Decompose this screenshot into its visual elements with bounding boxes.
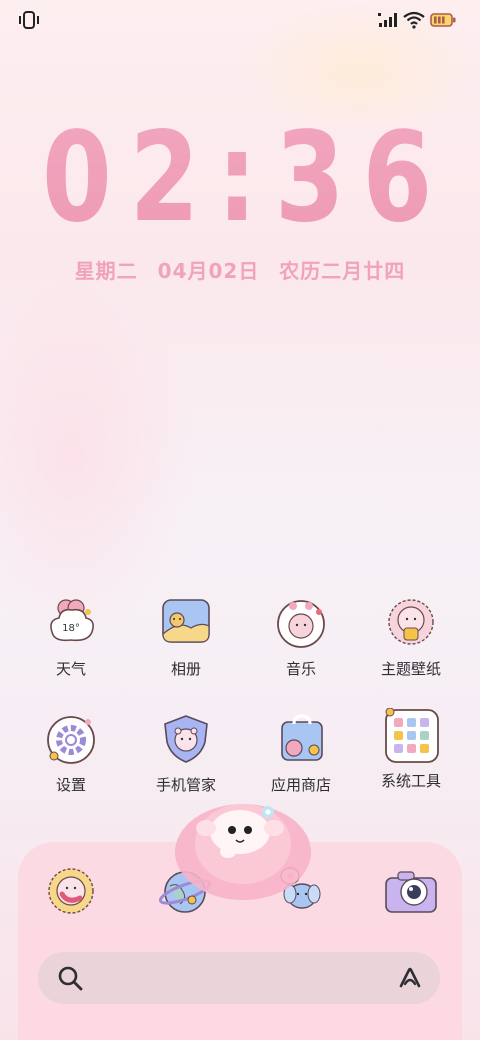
date: 04月02日 [157, 259, 260, 283]
sheep-mascot [175, 804, 311, 900]
search-bar[interactable] [38, 952, 440, 1004]
date-line: 星期二 04月02日 农历二月廿四 [0, 255, 480, 284]
lunar-date: 农历二月廿四 [279, 259, 406, 283]
assistant-logo-icon[interactable] [396, 964, 424, 992]
wifi-icon [403, 11, 425, 29]
camera-icon[interactable] [384, 864, 438, 918]
vibrate-icon [19, 11, 39, 29]
phone-icon[interactable] [44, 864, 98, 918]
app-store-bag-icon [281, 714, 323, 761]
app-label: 系统工具 [380, 772, 441, 790]
clock: 02:36 [42, 110, 450, 240]
system-tools-folder-icon [385, 708, 439, 763]
app-gallery[interactable]: 相册 [131, 596, 241, 706]
background-glow [0, 280, 200, 640]
app-label: 主题壁纸 [380, 660, 441, 678]
weather-cloud-icon: 18° [50, 599, 94, 642]
battery-icon [430, 13, 456, 27]
weather-temp: 18° [62, 623, 80, 634]
app-label: 音乐 [285, 660, 316, 678]
app-settings[interactable]: 设置 [16, 712, 126, 822]
app-label: 相册 [170, 660, 201, 678]
signal-icon [378, 13, 397, 27]
gallery-icon [162, 599, 210, 643]
app-system-tools[interactable]: 系统工具 [356, 708, 466, 818]
app-label: 天气 [55, 660, 86, 678]
theme-wallpaper-icon [388, 599, 434, 645]
app-theme-wallpaper[interactable]: 主题壁纸 [356, 596, 466, 706]
home-screen: 02:36 星期二 04月02日 农历二月廿四 18° 天气 相册 音乐 主题壁… [0, 0, 480, 1040]
app-label: 设置 [55, 776, 86, 794]
music-icon [277, 600, 325, 648]
app-weather[interactable]: 18° 天气 [16, 596, 126, 706]
settings-gear-icon [47, 716, 95, 764]
search-icon [58, 966, 83, 991]
clock-time: 02:36 [42, 110, 450, 240]
phone-manager-shield-icon [164, 715, 208, 763]
weekday: 星期二 [74, 259, 138, 283]
app-music[interactable]: 音乐 [246, 596, 356, 706]
status-bar [0, 10, 480, 32]
